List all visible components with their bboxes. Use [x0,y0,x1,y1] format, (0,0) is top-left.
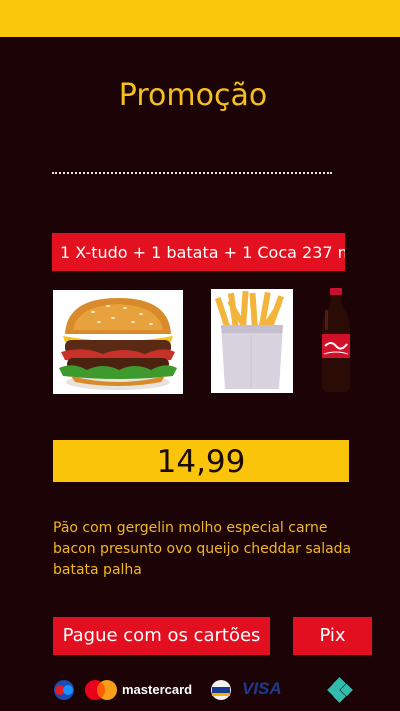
dotted-divider [52,172,332,174]
pix-icon [327,677,353,707]
price-display: 14,99 [53,440,349,482]
mastercard-label: mastercard [122,682,193,697]
mastercard-icon [83,679,119,705]
coca-cola-bottle-image [316,288,356,394]
offer-label: 1 X-tudo + 1 batata + 1 Coca 237 ml [52,233,345,271]
payment-brands: mastercard VISA [53,676,373,704]
top-accent-bar [0,0,400,37]
product-description: Pão com gergelin molho especial carne ba… [53,520,352,578]
pix-button[interactable]: Pix [293,617,372,655]
page-title: Promoção [118,78,268,113]
hamburger-image [53,290,183,394]
maestro-icon [53,680,75,704]
visa-electron-icon [210,680,232,704]
visa-label: VISA [242,679,282,698]
pay-with-cards-button[interactable]: Pague com os cartões [53,617,270,655]
fries-image [211,289,293,393]
